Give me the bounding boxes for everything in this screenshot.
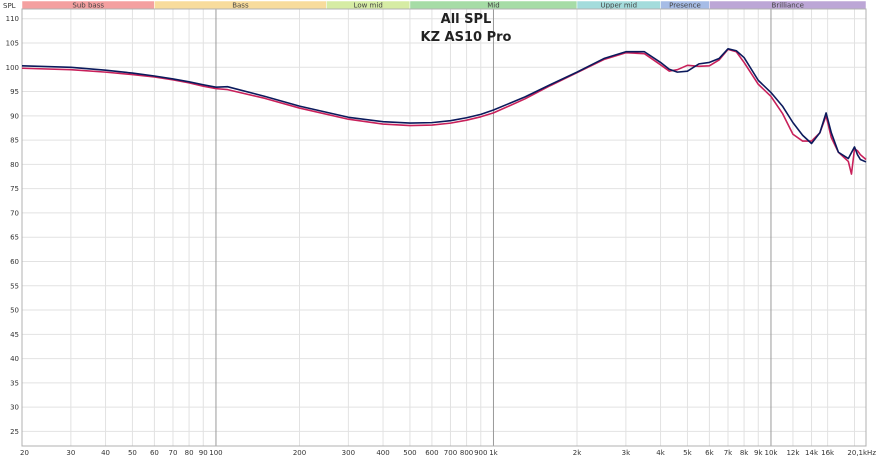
y-tick-label: 70 — [10, 209, 19, 217]
x-tick-label: 8k — [740, 449, 749, 457]
x-tick-label: 200 — [293, 449, 306, 457]
x-tick-label: 500 — [403, 449, 416, 457]
x-tick-label: 90 — [199, 449, 208, 457]
x-tick-label: 80 — [185, 449, 194, 457]
frequency-response-chart: Sub bass Bass Low mid Mid Upper mid Presence B… — [3, 0, 876, 457]
band-label: Upper mid — [600, 2, 637, 10]
x-tick-label: 600 — [425, 449, 438, 457]
x-tick-label: 14k — [805, 449, 819, 457]
x-tick-label: 100 — [209, 449, 222, 457]
x-tick-label: 7k — [724, 449, 733, 457]
x-tick-label: 50 — [128, 449, 137, 457]
x-tick-label: 12k — [786, 449, 800, 457]
y-tick-label: 45 — [10, 331, 19, 339]
x-tick-label: 2k — [573, 449, 582, 457]
x-tick-label: 6k — [705, 449, 714, 457]
x-tick-label: 10k — [764, 449, 778, 457]
x-tick-label: 16k — [821, 449, 835, 457]
band-label: Low mid — [354, 2, 383, 10]
x-tick-label: 1k — [489, 449, 498, 457]
x-tick-label: 20,1kHz — [847, 449, 876, 457]
band-label: Sub bass — [72, 2, 104, 10]
chart-subtitle: KZ AS10 Pro — [421, 30, 512, 45]
frequency-bands: Sub bass Bass Low mid Mid Upper mid Presence B… — [21, 0, 867, 10]
y-axis-label: SPL — [3, 2, 16, 10]
y-tick-label: 65 — [10, 234, 19, 242]
x-tick-label: 9k — [754, 449, 763, 457]
y-tick-label: 50 — [10, 307, 19, 315]
band-label: Mid — [487, 2, 499, 10]
y-tick-label: 60 — [10, 258, 19, 266]
y-tick-label: 40 — [10, 355, 19, 363]
y-tick-label: 100 — [6, 64, 19, 72]
x-tick-label: 400 — [376, 449, 389, 457]
y-tick-label: 95 — [10, 88, 19, 96]
y-tick-label: 110 — [6, 15, 19, 23]
chart-title: All SPL — [441, 12, 492, 27]
y-tick-label: 85 — [10, 137, 19, 145]
y-tick-label: 25 — [10, 428, 19, 436]
y-tick-label: 90 — [10, 112, 19, 120]
y-tick-label: 105 — [6, 39, 19, 47]
x-tick-label: 4k — [656, 449, 665, 457]
y-tick-label: 80 — [10, 161, 19, 169]
x-tick-label: 300 — [342, 449, 355, 457]
x-tick-label: 60 — [150, 449, 159, 457]
y-axis-ticks: 25 30 35 40 45 50 55 60 65 70 75 80 85 90 95 100 105 110 — [6, 15, 19, 436]
y-tick-label: 55 — [10, 282, 19, 290]
y-tick-label: 75 — [10, 185, 19, 193]
y-tick-label: 30 — [10, 404, 19, 412]
band-label: Presence — [669, 2, 701, 10]
x-tick-label: 70 — [169, 449, 178, 457]
x-tick-label: 800 — [460, 449, 473, 457]
x-tick-label: 3k — [622, 449, 631, 457]
band-label: Bass — [232, 2, 249, 10]
x-tick-label: 20 — [20, 449, 29, 457]
y-tick-label: 35 — [10, 379, 19, 387]
band-label: Brilliance — [772, 2, 804, 10]
x-tick-label: 900 — [474, 449, 487, 457]
x-tick-label: 5k — [683, 449, 692, 457]
x-tick-label: 700 — [444, 449, 457, 457]
x-tick-label: 40 — [101, 449, 110, 457]
x-axis-ticks: 20 30 40 50 60 70 80 90 100 200 300 400 500 600 700 800… — [20, 449, 876, 457]
x-tick-label: 30 — [66, 449, 75, 457]
